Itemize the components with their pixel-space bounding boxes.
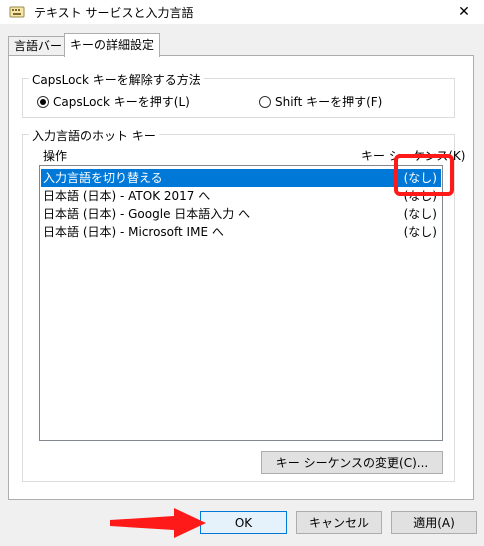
close-icon: ✕ xyxy=(458,4,470,20)
annotation-arrow-icon xyxy=(110,508,206,541)
tab-label: 言語バー xyxy=(14,39,63,53)
list-item[interactable]: 日本語 (日本) - ATOK 2017 へ (なし) xyxy=(41,187,441,205)
list-item-sequence: (なし) xyxy=(403,207,437,221)
tab-panel: CapsLock キーを解除する方法 CapsLock キーを押す(L) Shi… xyxy=(8,55,474,500)
button-label: キー シーケンスの変更(C)... xyxy=(275,456,429,470)
list-item-action: 日本語 (日本) - ATOK 2017 へ xyxy=(43,189,211,203)
radio-checked-icon xyxy=(37,95,49,108)
list-item[interactable]: 入力言語を切り替える (なし) xyxy=(41,169,441,187)
window-title: テキスト サービスと入力言語 xyxy=(34,6,194,20)
radio-label: Shift キーを押す(F) xyxy=(275,95,383,109)
tab-advanced-key-settings[interactable]: キーの詳細設定 xyxy=(64,33,161,57)
hotkey-group-label: 入力言語のホット キー xyxy=(29,127,159,144)
list-item[interactable]: 日本語 (日本) - Microsoft IME へ (なし) xyxy=(41,223,441,241)
capslock-group: CapsLock キーを解除する方法 CapsLock キーを押す(L) Shi… xyxy=(22,71,455,118)
radio-shift-key[interactable]: Shift キーを押す(F) xyxy=(259,93,382,110)
cancel-button[interactable]: キャンセル xyxy=(296,511,382,534)
button-label: キャンセル xyxy=(308,516,369,530)
list-item-action: 入力言語を切り替える xyxy=(43,171,163,185)
hotkey-list[interactable]: 入力言語を切り替える (なし) 日本語 (日本) - ATOK 2017 へ (… xyxy=(39,165,443,441)
tab-language-bar[interactable]: 言語バー xyxy=(8,36,69,56)
title-bar: テキスト サービスと入力言語 ✕ xyxy=(0,0,484,24)
button-label: 適用(A) xyxy=(413,516,455,530)
capslock-group-label: CapsLock キーを解除する方法 xyxy=(29,71,204,88)
list-item-action: 日本語 (日本) - Google 日本語入力 へ xyxy=(43,207,251,221)
button-label: OK xyxy=(234,515,253,530)
list-item[interactable]: 日本語 (日本) - Google 日本語入力 へ (なし) xyxy=(41,205,441,223)
radio-capslock-key[interactable]: CapsLock キーを押す(L) xyxy=(37,93,190,110)
apply-button[interactable]: 適用(A) xyxy=(391,511,477,534)
list-item-sequence: (なし) xyxy=(403,225,437,239)
tab-label: キーの詳細設定 xyxy=(70,38,155,52)
ok-button[interactable]: OK xyxy=(200,511,287,534)
close-button[interactable]: ✕ xyxy=(444,0,484,24)
radio-unchecked-icon xyxy=(259,95,271,108)
radio-label: CapsLock キーを押す(L) xyxy=(53,95,190,109)
annotation-highlight-box xyxy=(394,154,454,196)
keyboard-icon xyxy=(9,4,25,20)
list-item-action: 日本語 (日本) - Microsoft IME へ xyxy=(43,225,224,239)
column-header-action: 操作 xyxy=(43,149,68,163)
change-key-sequence-button[interactable]: キー シーケンスの変更(C)... xyxy=(261,451,443,474)
